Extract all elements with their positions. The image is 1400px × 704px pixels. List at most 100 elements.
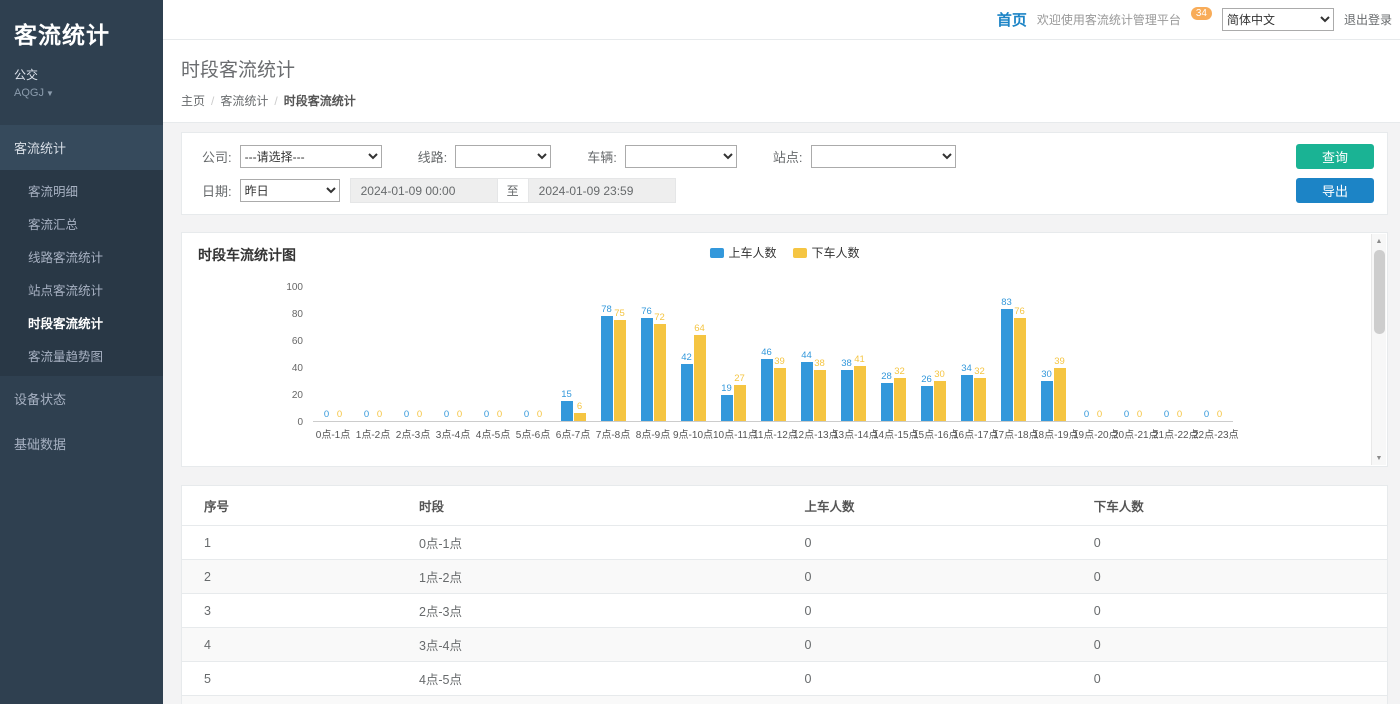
bar [814,370,826,421]
station-select[interactable] [811,145,956,168]
bar-column: 0 [1081,287,1093,421]
legend-item[interactable]: 上车人数 [709,244,776,261]
y-axis-tick: 40 [292,363,303,374]
sidebar-subitem[interactable]: 站点客流统计 [0,273,163,306]
date-end-input[interactable] [528,178,676,203]
filter-row-2: 日期: 昨日 至 [202,178,1287,203]
bar-value-label: 0 [1124,409,1129,420]
y-axis-tick: 0 [297,417,303,428]
table-body: 10点-1点0021点-2点0032点-3点0043点-4点0054点-5点00… [182,526,1387,704]
bar-column: 38 [814,287,826,421]
bar-value-label: 39 [1054,356,1065,367]
bar-group: 2832 [873,287,913,421]
company-select[interactable]: ---请选择--- [240,145,382,168]
vehicle-select[interactable] [625,145,737,168]
chart-card: 时段车流统计图 上车人数下车人数 020406080100 0000000000… [181,232,1388,467]
bar-column: 32 [894,287,906,421]
breadcrumb-section[interactable]: 客流统计 [220,94,268,108]
bar-value-label: 30 [1041,369,1052,380]
bar [561,401,573,421]
table-cell: 2 [182,560,411,594]
table-row: 32点-3点00 [182,594,1387,628]
bar-group: 7672 [633,287,673,421]
table-row: 10点-1点00 [182,526,1387,560]
language-select[interactable]: 简体中文 [1222,8,1334,31]
bar-value-label: 0 [1217,409,1222,420]
bar-value-label: 0 [1084,409,1089,420]
bar-column: 72 [654,287,666,421]
bar [681,364,693,421]
x-axis-label: 1点-2点 [353,426,393,441]
bar-column: 0 [1161,287,1173,421]
scrollbar-down-arrow-icon[interactable]: ▼ [1372,451,1386,465]
x-axis-label: 19点-20点 [1073,426,1113,441]
bar-value-label: 44 [801,350,812,361]
home-link[interactable]: 首页 [997,9,1027,30]
bar-column: 46 [761,287,773,421]
bar-value-label: 0 [364,409,369,420]
bar-value-label: 0 [524,409,529,420]
bar-value-label: 0 [324,409,329,420]
bar [734,385,746,421]
sidebar-item-device-status[interactable]: 设备状态 [0,376,163,421]
bar [654,324,666,421]
scrollbar-up-arrow-icon[interactable]: ▲ [1372,234,1386,248]
sidebar-item-base-data[interactable]: 基础数据 [0,421,163,466]
bar [1054,368,1066,421]
export-button[interactable]: 导出 [1296,178,1374,203]
legend-item[interactable]: 下车人数 [793,244,860,261]
logout-link[interactable]: 退出登录 [1344,11,1392,28]
bar-value-label: 0 [457,409,462,420]
vehicle-filter: 车辆: [587,145,737,168]
chart-body: 020406080100 000000000000156787576724264… [198,287,1363,422]
bar-group: 2630 [913,287,953,421]
x-axis-label: 21点-22点 [1153,426,1193,441]
query-button[interactable]: 查询 [1296,144,1374,169]
bar-value-label: 0 [1164,409,1169,420]
date-start-input[interactable] [350,178,498,203]
bar-value-label: 78 [601,304,612,315]
table-cell: 2点-3点 [411,594,797,628]
bar-column: 0 [334,287,346,421]
sidebar-subitem[interactable]: 客流汇总 [0,207,163,240]
bar-value-label: 0 [417,409,422,420]
bar-column: 75 [614,287,626,421]
bar-group: 4264 [673,287,713,421]
breadcrumb-home[interactable]: 主页 [181,94,205,108]
bar-group: 7875 [593,287,633,421]
org-selector-dropdown[interactable]: AQGJ▼ [14,87,149,99]
bar-column: 0 [494,287,506,421]
sidebar-brand-block: 客流统计 公交 AQGJ▼ [0,0,163,109]
x-axis-label: 4点-5点 [473,426,513,441]
chart-scrollbar[interactable]: ▲ ▼ [1371,234,1386,465]
table-card: 序号时段上车人数下车人数 10点-1点0021点-2点0032点-3点0043点… [181,485,1388,704]
bar-column: 0 [1121,287,1133,421]
bar [881,383,893,421]
bar-group: 3039 [1033,287,1073,421]
chart-y-axis: 020406080100 [198,287,313,422]
sidebar-item-passenger-stats[interactable]: 客流统计 [0,125,163,170]
sidebar-submenu: 客流明细客流汇总线路客流统计站点客流统计时段客流统计客流量趋势图 [0,170,163,376]
bar-value-label: 64 [694,323,705,334]
x-axis-label: 0点-1点 [313,426,353,441]
date-preset-select[interactable]: 昨日 [240,179,340,202]
bar-value-label: 32 [894,366,905,377]
company-filter: 公司: ---请选择--- [202,145,382,168]
date-filter: 日期: 昨日 [202,179,340,202]
scrollbar-thumb[interactable] [1374,250,1385,334]
sidebar-subitem[interactable]: 客流量趋势图 [0,339,163,372]
bar-column: 39 [774,287,786,421]
sidebar-subitem[interactable]: 客流明细 [0,174,163,207]
bar-column: 0 [1134,287,1146,421]
sidebar-subitem[interactable]: 时段客流统计 [0,306,163,339]
x-axis-label: 14点-15点 [873,426,913,441]
bar-value-label: 0 [444,409,449,420]
sidebar-subitem[interactable]: 线路客流统计 [0,240,163,273]
page-title: 时段客流统计 [181,55,1382,82]
x-axis-label: 10点-11点 [713,426,753,441]
x-axis-label: 8点-9点 [633,426,673,441]
bar [641,318,653,421]
line-select[interactable] [455,145,551,168]
bar [721,395,733,421]
filter-row-1: 公司: ---请选择--- 线路: 车辆: 站点: [202,144,1287,169]
